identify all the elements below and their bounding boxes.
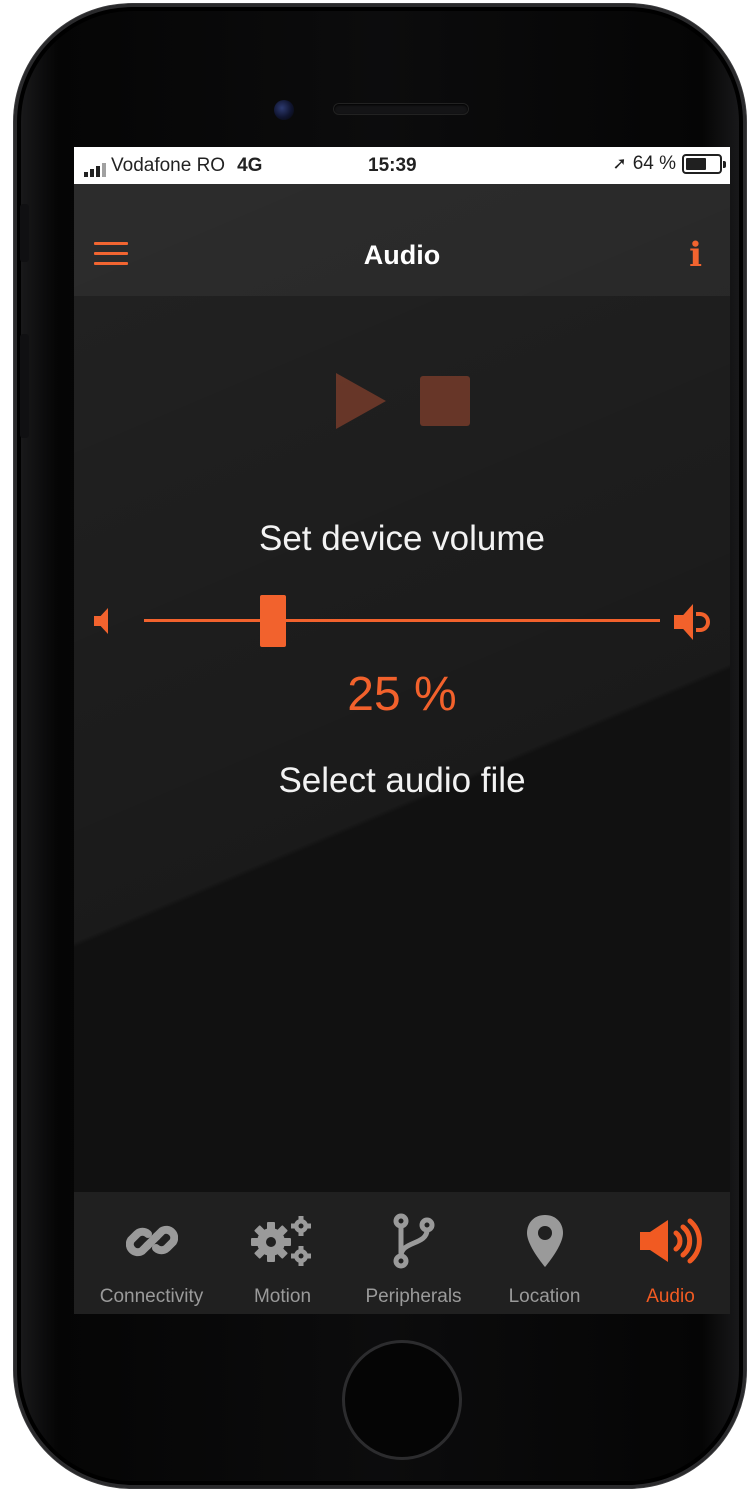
volume-slider-thumb[interactable] xyxy=(260,595,286,647)
speaker-low-icon xyxy=(94,608,118,634)
volume-label: Set device volume xyxy=(259,519,545,558)
screen-glare xyxy=(74,147,730,1314)
tab-peripherals[interactable]: Peripherals xyxy=(348,1192,479,1314)
phone-frame: Vodafone RO 4G 15:39 ➚ 64 % Audio i Set … xyxy=(14,4,746,1488)
tab-bar: Connectivity Motion Peripherals Location… xyxy=(74,1192,730,1314)
branch-icon xyxy=(348,1212,479,1270)
tab-audio[interactable]: Audio xyxy=(605,1192,730,1314)
tab-label: Motion xyxy=(253,1286,312,1307)
tab-location[interactable]: Location xyxy=(479,1192,610,1314)
stop-icon[interactable] xyxy=(420,376,470,426)
tab-motion[interactable]: Motion xyxy=(217,1192,348,1314)
link-icon xyxy=(86,1212,217,1270)
speaker-icon xyxy=(605,1212,730,1270)
tab-connectivity[interactable]: Connectivity xyxy=(86,1192,217,1314)
mute-switch xyxy=(20,204,29,262)
front-camera xyxy=(274,100,294,120)
location-services-icon: ➚ xyxy=(612,154,627,173)
volume-slider-track[interactable] xyxy=(144,619,660,622)
play-icon[interactable] xyxy=(336,373,386,429)
home-button[interactable] xyxy=(342,1340,462,1460)
device-mockup: Vodafone RO 4G 15:39 ➚ 64 % Audio i Set … xyxy=(0,0,756,1494)
volume-value: 25 % xyxy=(347,668,457,721)
map-pin-icon xyxy=(479,1212,610,1270)
network-type: 4G xyxy=(237,155,263,176)
tab-label: Peripherals xyxy=(365,1286,462,1307)
select-audio-file-button[interactable]: Select audio file xyxy=(74,761,730,801)
volume-buttons xyxy=(20,334,29,438)
speaker-high-icon xyxy=(674,604,718,640)
page-title: Audio xyxy=(363,240,441,270)
carrier-name: Vodafone RO xyxy=(111,155,226,176)
tab-label: Audio xyxy=(646,1286,695,1307)
status-bar: Vodafone RO 4G 15:39 ➚ 64 % xyxy=(74,147,730,184)
earpiece-speaker xyxy=(334,104,468,114)
info-icon[interactable]: i xyxy=(689,238,702,272)
battery-percentage: 64 % xyxy=(632,153,676,174)
tab-label: Connectivity xyxy=(99,1286,204,1307)
battery-icon xyxy=(682,154,726,174)
gears-icon xyxy=(217,1212,348,1270)
clock: 15:39 xyxy=(368,155,417,176)
tab-label: Location xyxy=(508,1286,581,1307)
signal-strength-icon xyxy=(84,161,106,177)
navigation-bar: Audio i xyxy=(74,184,730,296)
app-screen: Vodafone RO 4G 15:39 ➚ 64 % Audio i Set … xyxy=(74,147,730,1314)
